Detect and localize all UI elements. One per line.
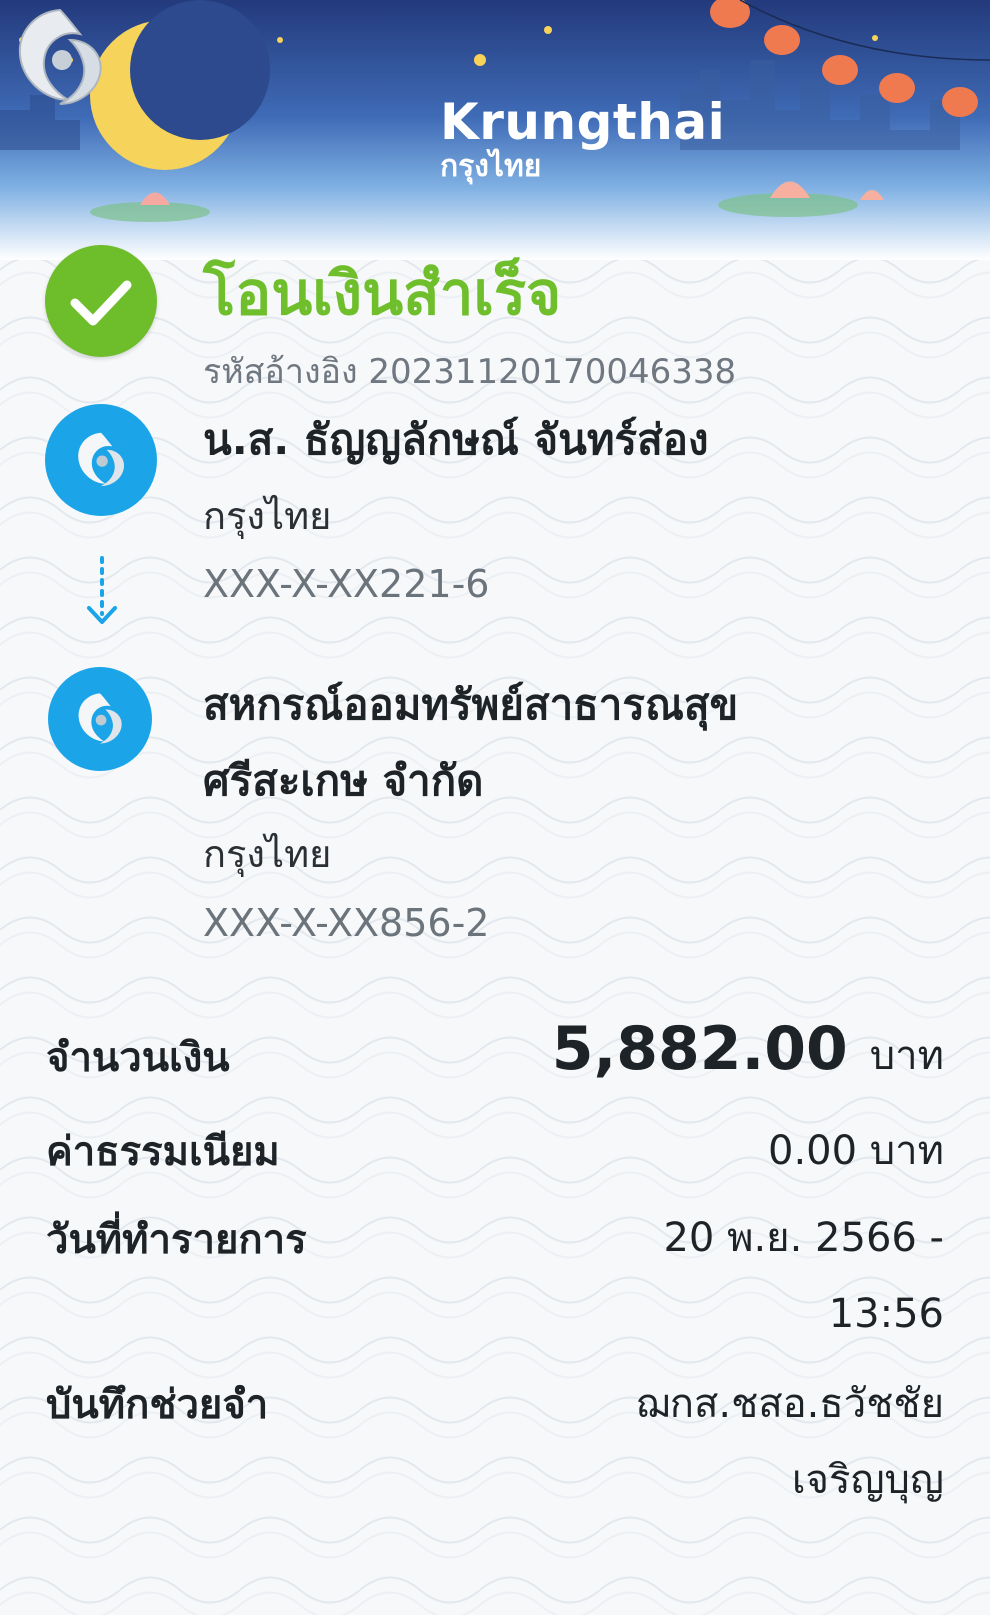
dotted-arrow-down-icon bbox=[87, 556, 117, 624]
check-icon bbox=[70, 280, 132, 326]
brand-name-en: Krungthai bbox=[440, 93, 726, 151]
krungthai-logo-icon bbox=[78, 432, 125, 487]
brand-wordmark: Krungthai กรุงไทย bbox=[440, 92, 725, 184]
amount-currency: บาท bbox=[869, 1033, 944, 1079]
fee-label: ค่าธรรมเนียม bbox=[46, 1129, 280, 1175]
amount-number: 5,882.00 bbox=[551, 1014, 848, 1084]
success-check-badge bbox=[45, 245, 157, 357]
reference-number: รหัสอ้างอิง 20231120170046338 bbox=[203, 350, 736, 394]
fee-value: 0.00 บาท bbox=[768, 1128, 944, 1174]
amount-label: จำนวนเงิน bbox=[46, 1035, 230, 1081]
date-label: วันที่ทำรายการ bbox=[46, 1217, 307, 1263]
receiver-bank: กรุงไทย bbox=[203, 832, 332, 876]
sender-bank: กรุงไทย bbox=[203, 494, 332, 538]
sender-bank-icon bbox=[45, 404, 157, 516]
memo-line2: เจริญบุญ bbox=[791, 1457, 944, 1503]
receiver-bank-icon bbox=[48, 667, 152, 771]
receiver-name: สหกรณ์ออมทรัพย์สาธารณสุข ศรีสะเกษ จำกัด bbox=[203, 667, 943, 819]
memo-label: บันทึกช่วยจำ bbox=[46, 1382, 269, 1428]
receiver-account: XXX-X-XX856-2 bbox=[203, 901, 490, 945]
receiver-name-line2: ศรีสะเกษ จำกัด bbox=[203, 756, 484, 805]
sender-account: XXX-X-XX221-6 bbox=[203, 562, 490, 606]
memo-value: ฌกส.ชสอ.ธวัชชัย เจริญบุญ bbox=[636, 1366, 944, 1518]
receiver-name-line1: สหกรณ์ออมทรัพย์สาธารณสุข bbox=[203, 680, 739, 729]
amount-value: 5,882.00 บาท bbox=[552, 1011, 944, 1094]
date-value: 20 พ.ย. 2566 - 13:56 bbox=[663, 1200, 944, 1352]
reference-value: 20231120170046338 bbox=[368, 352, 737, 392]
sender-name: น.ส. ธัญญลักษณ์ จันทร์ส่อง bbox=[203, 415, 709, 464]
status-title: โอนเงินสำเร็จ bbox=[203, 259, 562, 329]
header-banner: Krungthai กรุงไทย bbox=[0, 0, 990, 260]
date-line1: 20 พ.ย. 2566 - bbox=[663, 1215, 944, 1261]
krungthai-logo-icon bbox=[18, 8, 102, 105]
time-line2: 13:56 bbox=[828, 1291, 944, 1337]
krungthai-logo-icon bbox=[78, 693, 122, 744]
reference-label: รหัสอ้างอิง bbox=[203, 352, 358, 392]
brand-name-th: กรุงไทย bbox=[440, 149, 542, 184]
memo-line1: ฌกส.ชสอ.ธวัชชัย bbox=[635, 1381, 944, 1427]
